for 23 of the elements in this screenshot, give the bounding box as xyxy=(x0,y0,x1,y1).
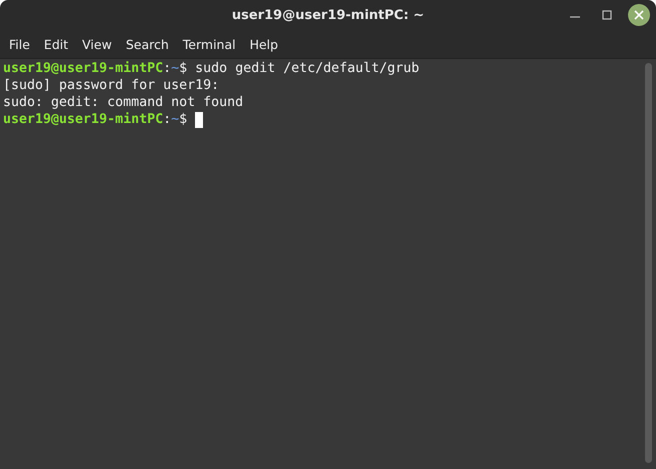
close-icon xyxy=(634,10,644,20)
menu-item[interactable]: View xyxy=(75,34,119,54)
maximize-icon xyxy=(601,9,613,21)
menu-item[interactable]: Terminal xyxy=(176,34,243,54)
menu-item[interactable]: File xyxy=(2,34,37,54)
prompt-separator: : xyxy=(163,60,172,77)
prompt-user: user19@user19-mintPC xyxy=(3,60,164,77)
window-title: user19@user19-mintPC: ~ xyxy=(232,8,424,22)
close-button[interactable] xyxy=(628,4,650,26)
output-text: sudo: gedit: command not found xyxy=(3,94,244,111)
prompt-path: ~ xyxy=(171,60,180,77)
menu-item[interactable]: Edit xyxy=(36,34,76,54)
minimize-icon xyxy=(570,16,580,18)
prompt-symbol: $ xyxy=(179,111,188,128)
menu-item[interactable]: Search xyxy=(118,34,176,54)
command-text: sudo gedit /etc/default/grub xyxy=(194,60,420,77)
prompt-separator: : xyxy=(163,111,172,128)
menu-item[interactable]: Help xyxy=(242,34,286,54)
prompt-symbol: $ xyxy=(179,60,188,77)
prompt-path: ~ xyxy=(171,111,180,128)
output-text: [sudo] password for user19: xyxy=(3,77,220,94)
prompt-user: user19@user19-mintPC xyxy=(3,111,164,128)
scrollbar[interactable] xyxy=(645,63,652,463)
